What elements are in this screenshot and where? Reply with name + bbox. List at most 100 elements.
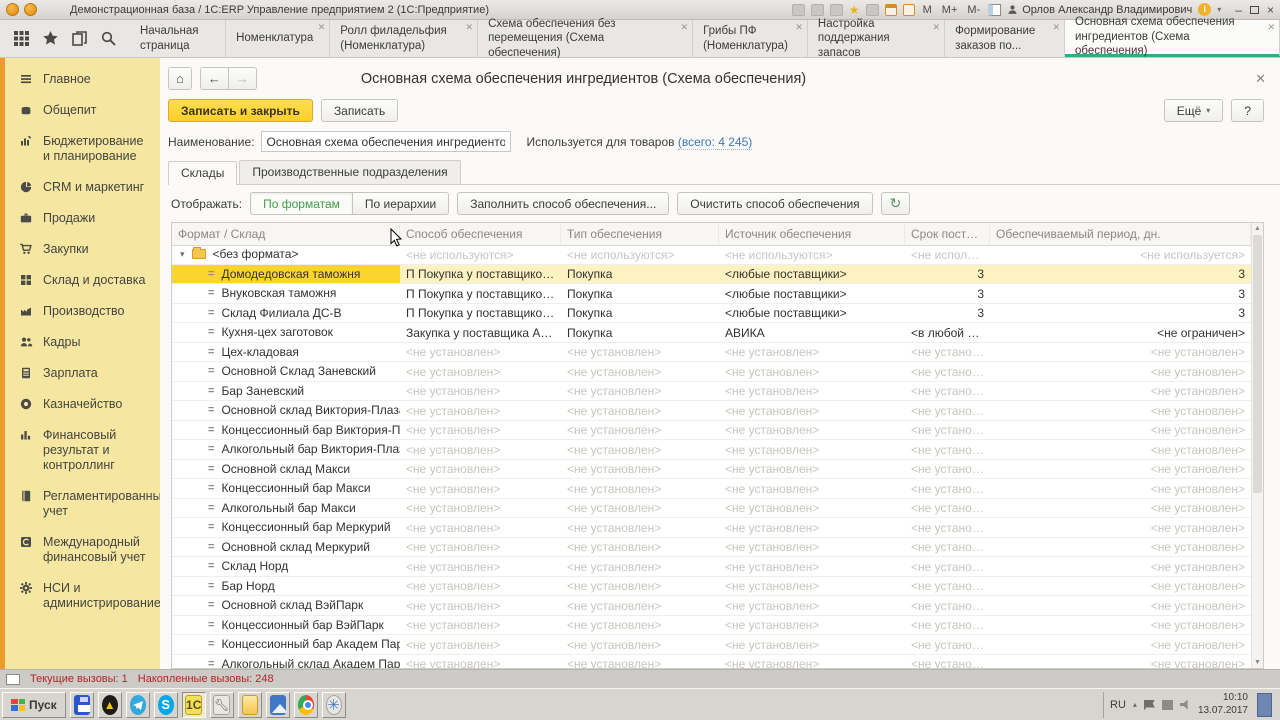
cell-source[interactable]: <не установлен> — [719, 596, 905, 615]
folder-icon[interactable] — [237, 691, 262, 718]
print-preview-icon[interactable] — [829, 3, 843, 16]
cell-type[interactable]: <не установлен> — [561, 479, 719, 498]
cell-source[interactable]: <не установлен> — [719, 382, 905, 401]
cell-type[interactable]: <не установлен> — [561, 518, 719, 537]
app-tab[interactable]: Начальная страница ✕ — [130, 20, 227, 57]
sidebar-item-payroll[interactable]: Зарплата — [5, 358, 160, 389]
sidebar-item-production[interactable]: Производство — [5, 296, 160, 327]
table-row[interactable]: ▾ = Концессионный бар Меркурий <не устан… — [172, 518, 1251, 538]
cell-method[interactable]: <не установлен> — [400, 401, 561, 420]
cell-source[interactable]: <не установлен> — [719, 557, 905, 576]
search-icon[interactable] — [101, 31, 116, 46]
table-row[interactable]: ▾ = Кухня-цех заготовок Закупка у постав… — [172, 323, 1251, 343]
cell-type[interactable]: <не установлен> — [561, 343, 719, 362]
cell-method[interactable]: <не установлен> — [400, 616, 561, 635]
cell-type[interactable]: Покупка — [561, 265, 719, 284]
cell-term[interactable]: <не установ... — [905, 518, 990, 537]
cell-period[interactable]: <не установлен> — [990, 421, 1251, 440]
table-row[interactable]: ▾ = Домодедовская таможня П Покупка у по… — [172, 264, 1251, 284]
cell-period[interactable]: <не установлен> — [990, 616, 1251, 635]
favorites-star-icon[interactable]: ★ — [849, 4, 860, 16]
table-row[interactable]: ▾ = Концессионный бар ВэйПарк <не устано… — [172, 616, 1251, 635]
onec-logo-icon[interactable] — [6, 3, 19, 16]
column-header[interactable]: Срок постав... — [905, 223, 990, 245]
cell-period[interactable]: <не установлен> — [990, 518, 1251, 537]
cell-period[interactable]: <не ограничен> — [990, 323, 1251, 342]
link-icon[interactable] — [865, 3, 879, 16]
cell-type[interactable]: <не установлен> — [561, 655, 719, 668]
table-row[interactable]: ▾ = Бар Норд <не установлен> <не установ… — [172, 577, 1251, 596]
tab-close-icon[interactable]: ✕ — [466, 22, 474, 33]
cell-source[interactable]: <не установлен> — [719, 421, 905, 440]
scale-m-button[interactable]: М — [921, 4, 934, 16]
cell-period[interactable]: <не установлен> — [990, 382, 1251, 401]
table-row[interactable]: ▾ = Основной склад Меркурий <не установл… — [172, 538, 1251, 557]
cell-method[interactable]: <не установлен> — [400, 499, 561, 518]
table-row[interactable]: ▾ = Склад Норд <не установлен> <не устан… — [172, 557, 1251, 577]
cell-type[interactable]: Покупка — [561, 304, 719, 323]
table-row[interactable]: ▾ = Концессионный бар Виктория-Плаза <не… — [172, 421, 1251, 440]
tab-close-icon[interactable]: ✕ — [681, 22, 689, 33]
cell-period[interactable]: <не установлен> — [990, 596, 1251, 615]
scroll-down-icon[interactable]: ▼ — [1252, 659, 1263, 666]
vertical-scrollbar[interactable]: ▲ ▼ — [1251, 223, 1263, 668]
cell-type[interactable]: <не установлен> — [561, 577, 719, 596]
floppy-icon[interactable] — [69, 691, 94, 718]
cell-type[interactable]: Покупка — [561, 323, 719, 342]
cell-term[interactable]: 3 — [905, 304, 990, 323]
cell-source[interactable]: <не установлен> — [719, 499, 905, 518]
menu-round-icon[interactable] — [24, 3, 37, 16]
cell-period[interactable]: <не установлен> — [990, 479, 1251, 498]
cell-method[interactable]: П Покупка у поставщиков - Срок: 3 ... — [400, 304, 561, 323]
save-close-button[interactable]: Записать и закрыть — [168, 99, 313, 122]
scale-m-minus-button[interactable]: М- — [965, 4, 982, 16]
cell-period[interactable]: <не установлен> — [990, 557, 1251, 576]
cell-type[interactable]: <не установлен> — [561, 382, 719, 401]
tab-close-icon[interactable]: ✕ — [933, 22, 941, 33]
calculator-icon[interactable] — [902, 3, 915, 16]
cell-term[interactable]: <не установ... — [905, 479, 990, 498]
save-button[interactable]: Записать — [320, 99, 399, 122]
settings-flower-icon[interactable]: ✳ — [321, 691, 346, 718]
cell-source[interactable]: <не установлен> — [719, 479, 905, 498]
cell-source[interactable]: <не установлен> — [719, 577, 905, 596]
table-row[interactable]: ▾ = Основной склад Макси <не установлен>… — [172, 460, 1251, 479]
column-header[interactable]: Тип обеспечения — [561, 223, 719, 245]
cell-method[interactable]: П Покупка у поставщиков - Срок: 3 ... — [400, 284, 561, 303]
cell-type[interactable]: <не установлен> — [561, 538, 719, 557]
back-button[interactable]: ← — [199, 67, 229, 90]
calendar-icon[interactable] — [884, 3, 897, 16]
cell-term[interactable]: <не используется> — [905, 245, 990, 264]
table-row[interactable]: ▾ = Бар Заневский <не установлен> <не ус… — [172, 382, 1251, 401]
usage-count-link[interactable]: (всего: 4 245) — [677, 134, 753, 150]
more-button[interactable]: Ещё ▾ — [1163, 99, 1224, 122]
chrome-icon[interactable] — [293, 691, 318, 718]
table-row[interactable]: ▾ = Основной склад Виктория-Плаза <не ус… — [172, 401, 1251, 421]
cell-term[interactable]: <не установ... — [905, 499, 990, 518]
cell-source[interactable]: <не установлен> — [719, 655, 905, 668]
sidebar-item-intl-finance[interactable]: Международный финансовый учет — [5, 527, 160, 573]
tray-volume-icon[interactable] — [1179, 699, 1188, 710]
cell-source[interactable]: <любые поставщики> — [719, 265, 905, 284]
cell-source[interactable]: АВИКА — [719, 323, 905, 342]
cell-source[interactable]: <не установлен> — [719, 440, 905, 459]
save-icon[interactable] — [791, 3, 805, 16]
cell-term[interactable]: <не установ... — [905, 362, 990, 381]
cell-type[interactable]: <не установлен> — [561, 596, 719, 615]
cell-source[interactable]: <не установлен> — [719, 538, 905, 557]
show-desktop-button[interactable] — [1257, 692, 1272, 717]
cell-type[interactable]: <не используются> — [561, 245, 719, 264]
sidebar-item-hr[interactable]: Кадры — [5, 327, 160, 358]
minimize-button[interactable]: – — [1235, 4, 1242, 16]
table-row[interactable]: ▾ = Алкогольный бар Макси <не установлен… — [172, 499, 1251, 518]
language-indicator[interactable]: RU — [1110, 699, 1126, 711]
cell-period[interactable]: <не установлен> — [990, 655, 1251, 668]
cell-period[interactable]: <не установлен> — [990, 440, 1251, 459]
print-icon[interactable] — [810, 3, 824, 16]
start-button[interactable]: Пуск — [2, 691, 66, 718]
cell-term[interactable]: <не установ... — [905, 616, 990, 635]
scrollbar-thumb[interactable] — [1253, 235, 1262, 494]
app-tab[interactable]: Ролл филадельфия (Номенклатура) ✕ — [330, 20, 479, 57]
sidebar-item-regulated[interactable]: Регламентированный учет — [5, 481, 160, 527]
cell-method[interactable]: <не установлен> — [400, 460, 561, 479]
